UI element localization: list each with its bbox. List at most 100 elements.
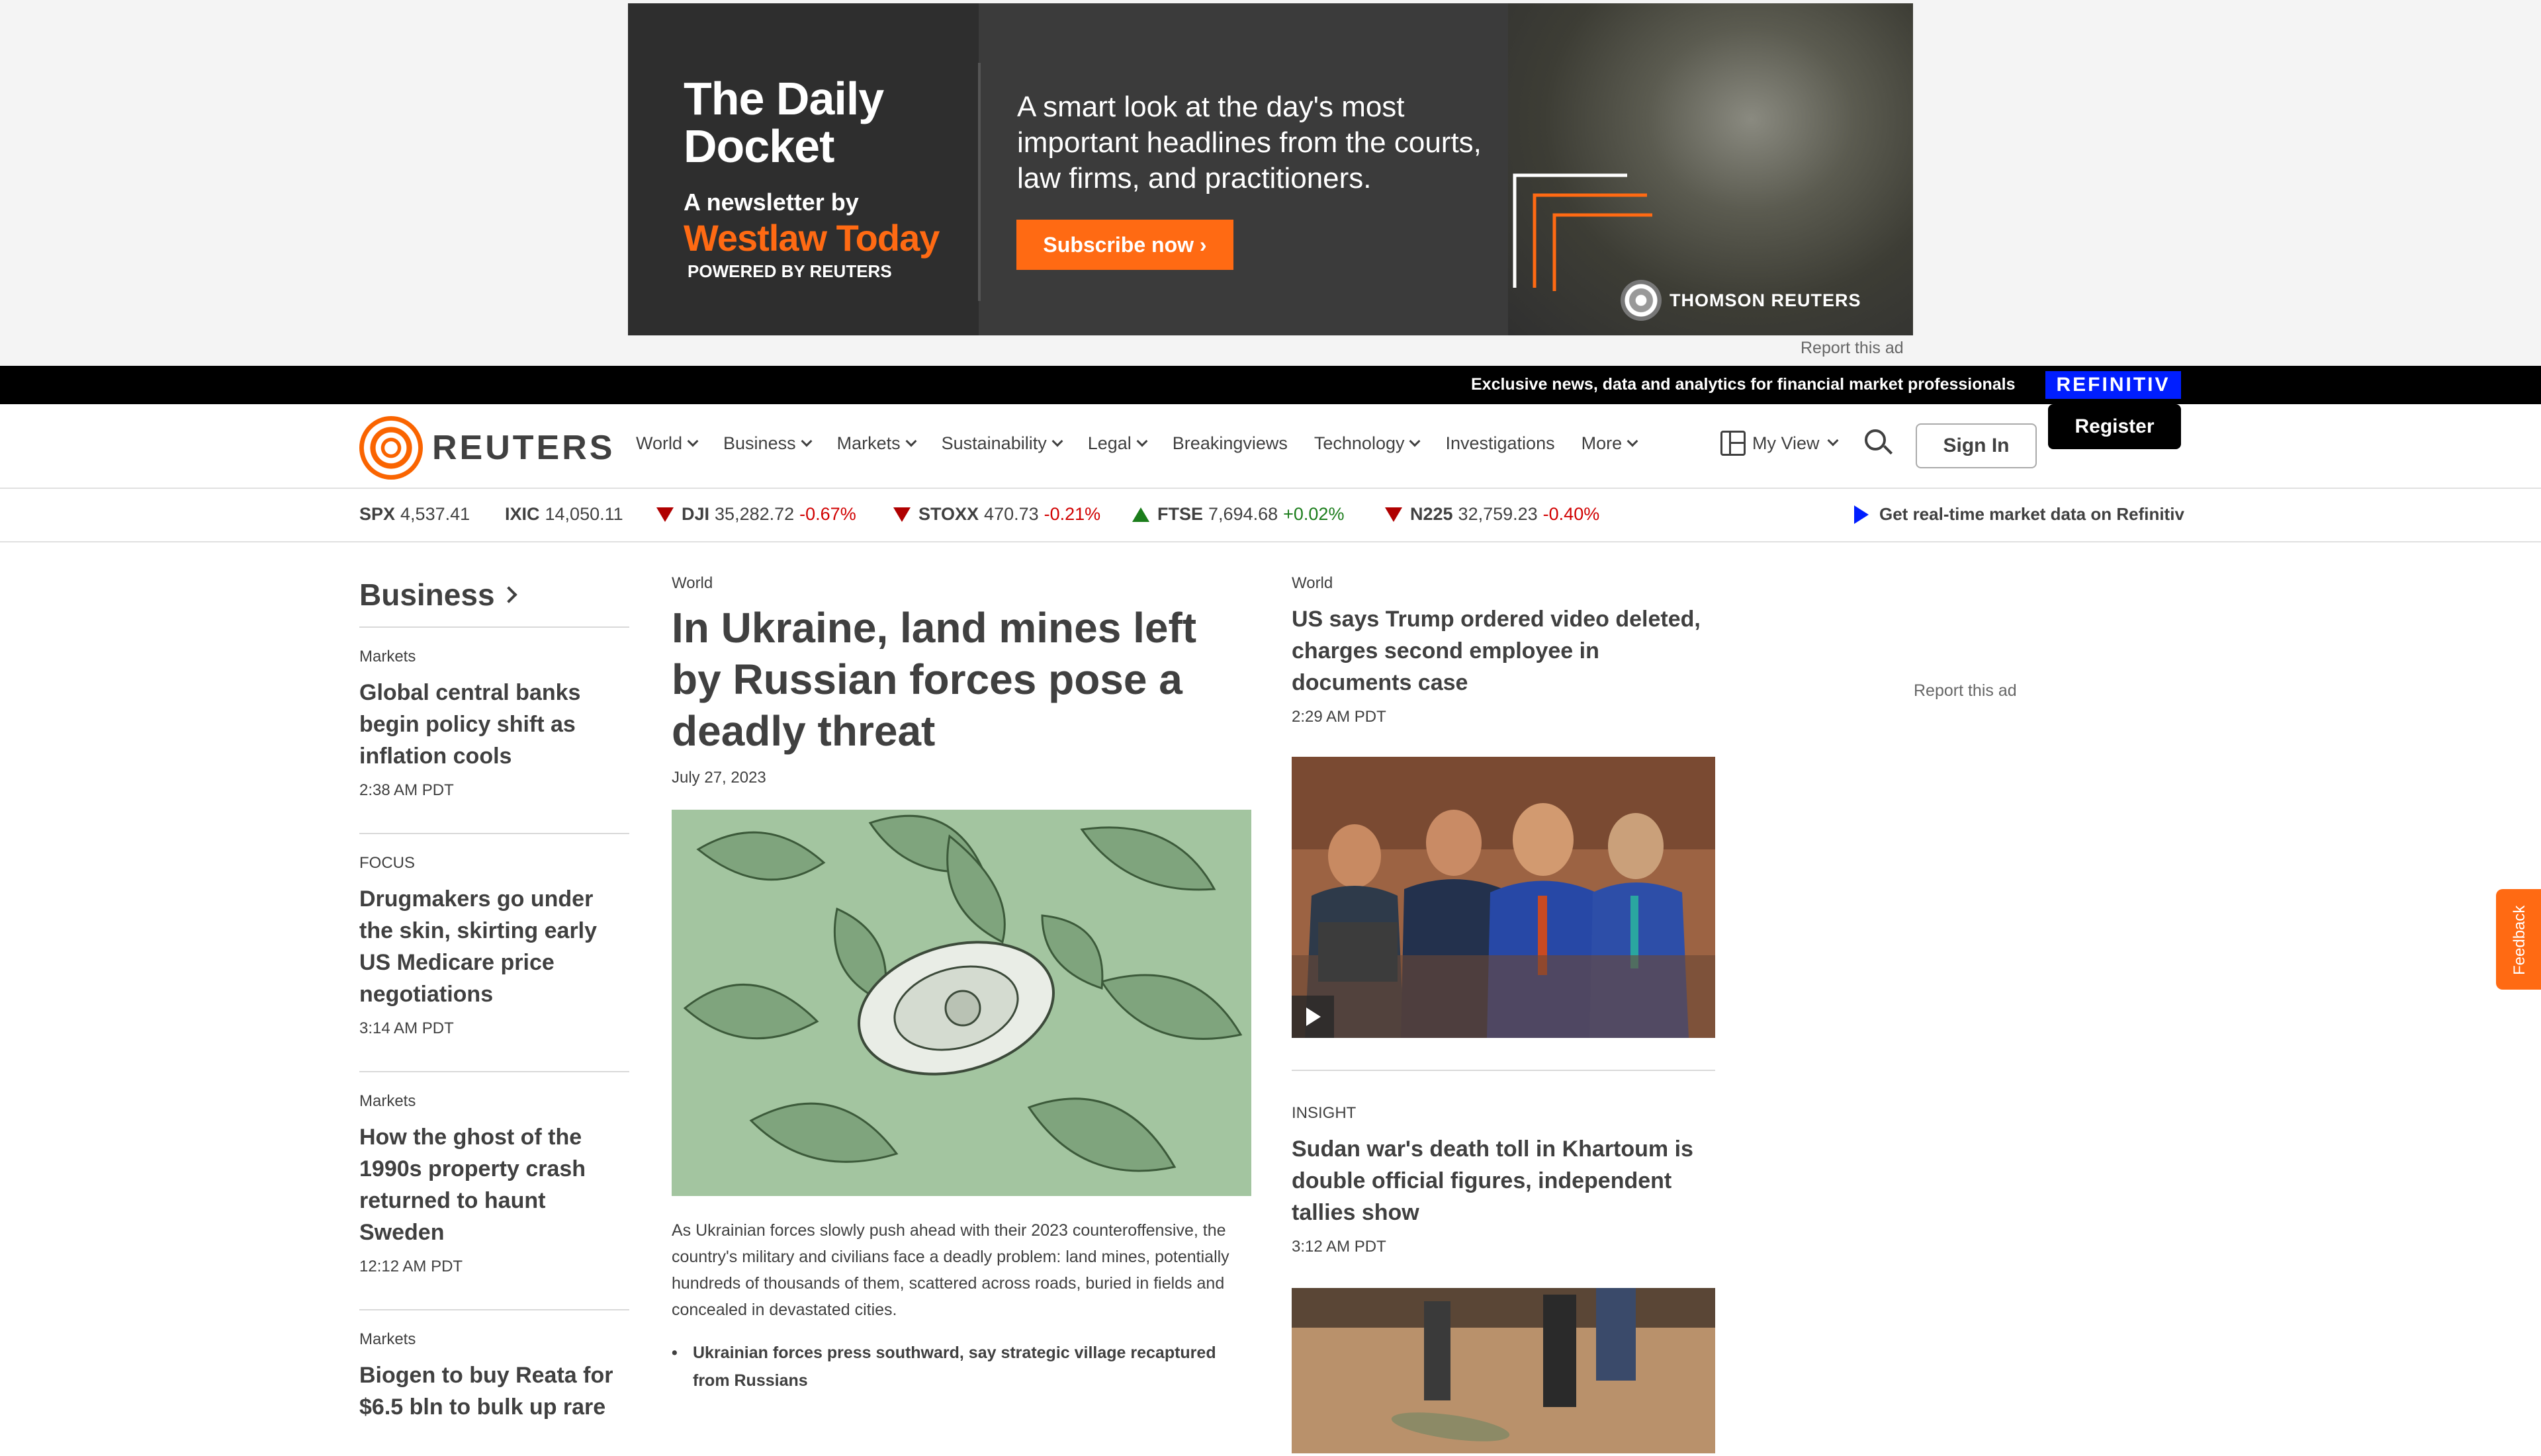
story-time: 3:12 AM PDT <box>1292 1238 1386 1256</box>
down-arrow-icon <box>1385 507 1402 522</box>
register-button[interactable]: Register <box>2048 404 2181 449</box>
ad-sponsor-logo: THOMSON REUTERS <box>1621 280 1861 321</box>
nav-label: Markets <box>836 433 901 453</box>
story-image-courtroom-sketch[interactable] <box>1292 757 1715 1038</box>
ticker-item-ixic[interactable]: IXIC 14,050.11 <box>505 504 623 525</box>
logo-wordmark: REUTERS <box>432 429 615 467</box>
ticker-item-n225[interactable]: N225 32,759.23 -0.40% <box>1385 504 1599 525</box>
list-item: FOCUS Drugmakers go under the skin, skir… <box>359 833 629 1071</box>
related-story-link[interactable]: Ukrainian forces press southward, say st… <box>672 1339 1251 1394</box>
realtime-data-link[interactable]: Get real-time market data on Refinitiv <box>1854 504 2184 525</box>
sign-in-button[interactable]: Sign In <box>1916 423 2037 468</box>
chevron-down-icon <box>801 435 813 447</box>
nav-item-business[interactable]: Business <box>723 433 813 454</box>
section-title-business[interactable]: Business <box>359 577 517 613</box>
story-time: 3:14 AM PDT <box>359 1019 454 1037</box>
ticker-change: +0.02% <box>1283 504 1345 524</box>
nav-item-more[interactable]: More <box>1581 433 1638 454</box>
reuters-logo[interactable]: REUTERS <box>359 416 615 480</box>
story-kicker[interactable]: FOCUS <box>359 854 629 873</box>
nav-item-legal[interactable]: Legal <box>1087 433 1148 454</box>
ticker-item-spx[interactable]: SPX 4,537.41 <box>359 504 470 525</box>
my-view-menu[interactable]: My View <box>1720 431 1839 456</box>
nav-label: Sustainability <box>941 433 1047 453</box>
realtime-label: Get real-time market data on Refinitiv <box>1879 504 2184 524</box>
search-icon[interactable] <box>1865 429 1894 458</box>
story-kicker[interactable]: Markets <box>359 1092 629 1111</box>
ticker-item-dji[interactable]: DJI 35,282.72 -0.67% <box>656 504 856 525</box>
nav-item-technology[interactable]: Technology <box>1314 433 1421 454</box>
story-kicker[interactable]: Markets <box>359 1330 629 1349</box>
article-headline[interactable]: In Ukraine, land mines left by Russian f… <box>672 602 1251 757</box>
refinitiv-badge[interactable]: REFINITIV <box>2045 371 2181 399</box>
top-ad-zone: The Daily Docket A newsletter by Westlaw… <box>0 0 2541 366</box>
nav-item-breakingviews[interactable]: Breakingviews <box>1173 433 1288 454</box>
story-kicker[interactable]: INSIGHT <box>1292 1104 1715 1123</box>
promo-text[interactable]: Exclusive news, data and analytics for f… <box>1471 375 2016 394</box>
my-view-label: My View <box>1752 433 1820 453</box>
nav-label: Business <box>723 433 796 453</box>
report-ad-link[interactable]: Report this ad <box>1801 339 1904 358</box>
article-kicker[interactable]: World <box>672 574 1251 593</box>
nav-item-investigations[interactable]: Investigations <box>1445 433 1554 454</box>
ad-subtitle: A newsletter by <box>684 189 859 216</box>
list-item: Markets How the ghost of the 1990s prope… <box>359 1071 629 1309</box>
feedback-tab[interactable]: Feedback <box>2496 889 2541 990</box>
ticker-symbol: IXIC <box>505 504 540 524</box>
play-arrow-icon <box>1854 505 1869 524</box>
nav-label: Legal <box>1087 433 1132 453</box>
story-time: 2:38 AM PDT <box>359 781 454 799</box>
nav-label: More <box>1581 433 1623 453</box>
featured-article: World In Ukraine, land mines left by Rus… <box>672 574 1251 1394</box>
ad-title: The Daily Docket <box>684 73 884 172</box>
ad-copy: A smart look at the day's most important… <box>1017 91 1482 194</box>
video-play-icon[interactable] <box>1292 996 1334 1038</box>
chevron-down-icon <box>1136 435 1148 447</box>
landmine-illustration <box>672 810 1251 1196</box>
ticker-value: 4,537.41 <box>400 504 470 524</box>
story-headline[interactable]: Drugmakers go under the skin, skirting e… <box>359 883 629 1010</box>
nav-label: World <box>636 433 683 453</box>
up-arrow-icon <box>1132 507 1149 522</box>
story-headline[interactable]: Biogen to buy Reata for $6.5 bln to bulk… <box>359 1359 629 1423</box>
nav-label: Investigations <box>1445 433 1555 453</box>
ticker-item-ftse[interactable]: FTSE 7,694.68 +0.02% <box>1132 504 1344 525</box>
nav-label: Technology <box>1314 433 1405 453</box>
nav-item-sustainability[interactable]: Sustainability <box>941 433 1063 454</box>
thomson-reuters-logo-icon <box>1621 280 1662 321</box>
ad-brand: Westlaw Today <box>684 217 940 259</box>
story-kicker[interactable]: World <box>1292 574 1715 593</box>
courtroom-sketch-illustration <box>1292 757 1715 1038</box>
nav-item-markets[interactable]: Markets <box>836 433 917 454</box>
ticker-change: -0.40% <box>1542 504 1600 524</box>
story-headline[interactable]: Sudan war's death toll in Khartoum is do… <box>1292 1133 1715 1228</box>
section-title: Business <box>359 578 495 612</box>
chevron-down-icon <box>1409 435 1421 447</box>
ticker-value: 35,282.72 <box>715 504 795 524</box>
article-summary: As Ukrainian forces slowly push ahead wi… <box>672 1221 1229 1319</box>
ticker-value: 32,759.23 <box>1458 504 1538 524</box>
chevron-down-icon <box>687 435 699 447</box>
business-story-list: Markets Global central banks begin polic… <box>359 626 629 1456</box>
nav-label: Breakingviews <box>1172 433 1288 453</box>
main-nav: World Business Markets Sustainability Le… <box>636 433 1638 454</box>
ticker-symbol: DJI <box>682 504 710 524</box>
story-headline[interactable]: Global central banks begin policy shift … <box>359 677 629 772</box>
ad-subscribe-button[interactable]: Subscribe now › <box>1016 220 1233 270</box>
article-image-landmine-illustration[interactable] <box>672 810 1251 1196</box>
ticker-change: -0.67% <box>799 504 856 524</box>
right-story-column: World US says Trump ordered video delete… <box>1292 574 1715 1453</box>
story-headline[interactable]: US says Trump ordered video deleted, cha… <box>1292 603 1715 699</box>
nav-item-world[interactable]: World <box>636 433 699 454</box>
report-ad-link[interactable]: Report this ad <box>1914 681 2017 701</box>
story-headline[interactable]: How the ghost of the 1990s property cras… <box>359 1121 629 1248</box>
ticker-symbol: STOXX <box>918 504 979 524</box>
ticker-item-stoxx[interactable]: STOXX 470.73 -0.21% <box>893 504 1100 525</box>
promo-strip: Exclusive news, data and analytics for f… <box>0 366 2541 404</box>
ticker-symbol: FTSE <box>1157 504 1204 524</box>
ad-left-panel: The Daily Docket A newsletter by Westlaw… <box>628 3 979 335</box>
story-time: 12:12 AM PDT <box>359 1258 463 1275</box>
story-kicker[interactable]: Markets <box>359 648 629 666</box>
chevron-down-icon <box>1627 435 1638 447</box>
daily-docket-ad-banner[interactable]: The Daily Docket A newsletter by Westlaw… <box>628 3 1913 335</box>
